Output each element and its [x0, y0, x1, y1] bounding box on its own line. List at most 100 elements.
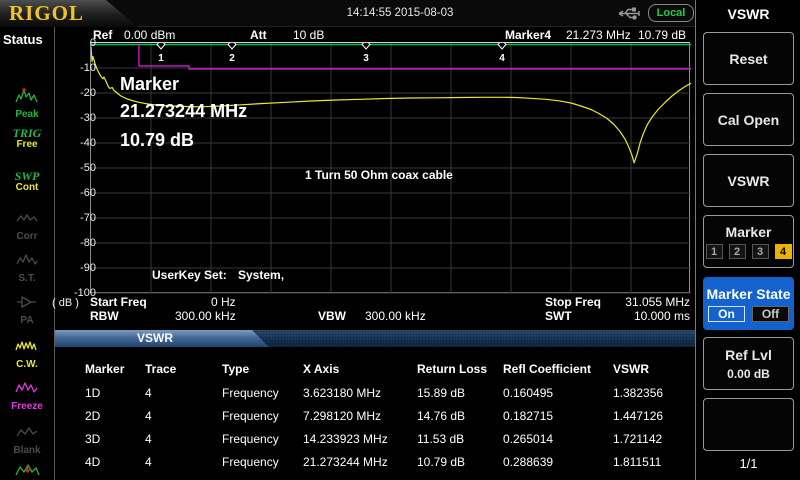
marker-state-toggle: On Off [708, 306, 789, 322]
datetime-display: 14:14:55 2015-08-03 [312, 7, 488, 19]
y-tick-0: 0 [52, 37, 96, 49]
userkey-value: System, [238, 268, 284, 282]
table-cell: 21.273244 MHz [303, 455, 417, 469]
table-cell: 11.53 dB [417, 432, 503, 446]
softkey-marker-state[interactable]: Marker State On Off [703, 277, 794, 330]
table-cell: Frequency [222, 386, 303, 400]
marker-diamond-4 [498, 43, 506, 49]
softkey-ref-lvl[interactable]: Ref Lvl0.00 dB [703, 337, 794, 390]
freeze-label: Freeze [0, 402, 54, 412]
status-item-swp: SWPCont [0, 170, 54, 193]
y-tick--70: -70 [52, 212, 96, 224]
corr-label: Corr [0, 232, 54, 242]
marker-select-4[interactable]: 4 [775, 244, 792, 259]
table-cell: 4 [145, 455, 222, 469]
marker-select-2[interactable]: 2 [729, 244, 746, 259]
table-cell: 14.76 dB [417, 409, 503, 423]
softkey-blank[interactable] [703, 398, 794, 451]
marker-state-label: Marker State [706, 286, 790, 302]
attenuation-value: 10 dB [293, 29, 324, 42]
user-annotation: 1 Turn 50 Ohm coax cable [305, 168, 453, 182]
swt-label: SWT [545, 310, 572, 322]
preamp-icon [14, 293, 41, 311]
status-item-cw: C.W. [0, 337, 54, 370]
table-cell: 1.721142 [613, 432, 695, 446]
softkey-cal-open[interactable]: Cal Open [703, 93, 794, 146]
marker-readout-freq: 21.273 MHz [566, 29, 631, 42]
sweep-time-waveform-icon [14, 251, 41, 269]
peak-label: Peak [0, 110, 54, 120]
top-bar: RIGOL 14:14:55 2015-08-03 Local [0, 0, 800, 27]
vbw-value: 300.00 kHz [365, 310, 426, 322]
marker-number-2: 2 [229, 53, 235, 64]
marker-select-3[interactable]: 3 [752, 244, 769, 259]
menu-page-indicator: 1/1 [696, 456, 800, 471]
y-tick--50: -50 [52, 162, 96, 174]
table-cell: 1.811511 [613, 455, 695, 469]
toggle-on[interactable]: On [708, 306, 745, 322]
table-cell: 1.447126 [613, 409, 695, 423]
table-cell: 14.233923 MHz [303, 432, 417, 446]
swt-value: 10.000 ms [600, 310, 690, 322]
y-tick--60: -60 [52, 187, 96, 199]
cal-reference-trace [139, 44, 691, 69]
blank-label: Blank [0, 446, 54, 456]
marker-readout-amp: 10.79 dB [638, 29, 686, 42]
table-header-cell: Return Loss [417, 362, 503, 376]
local-status-badge: Local [648, 4, 694, 22]
marker-select-1[interactable]: 1 [706, 244, 723, 259]
swp-label: Cont [0, 183, 54, 193]
table-title: VSWR [55, 331, 255, 345]
y-axis-unit: ( dB ) [52, 297, 92, 309]
marker-diamond-1 [157, 43, 165, 49]
rbw-value: 300.00 kHz [175, 310, 236, 322]
st-label: S.T. [0, 274, 54, 284]
softkey-vswr[interactable]: VSWR [703, 154, 794, 207]
table-cell: 10.79 dB [417, 455, 503, 469]
table-cell: 4 [145, 432, 222, 446]
stop-freq-label: Stop Freq [545, 296, 601, 308]
corr-waveform-icon [14, 209, 41, 227]
table-cell: 0.265014 [503, 432, 613, 446]
attenuation-label: Att [250, 29, 267, 42]
table-cell: 1D [85, 386, 145, 400]
table-header-cell: VSWR [613, 362, 695, 376]
table-cell: 4 [145, 409, 222, 423]
ref-lvl-value: 0.00 dB [727, 367, 770, 381]
status-item-corr: Corr [0, 209, 54, 242]
marker-label: Marker [726, 224, 772, 240]
brand-logo: RIGOL [0, 0, 138, 27]
table-header-row: MarkerTraceTypeX AxisReturn LossRefl Coe… [55, 357, 695, 381]
blank-waveform-icon [14, 423, 41, 441]
table-row-4: 4D4Frequency21.273244 MHz10.79 dB0.28863… [55, 450, 695, 473]
softkey-reset[interactable]: Reset [703, 32, 794, 85]
reset-label: Reset [729, 51, 767, 67]
y-tick--90: -90 [52, 262, 96, 274]
trig-label: Free [0, 140, 54, 150]
usb-icon [617, 6, 643, 26]
vbw-label: VBW [318, 310, 346, 322]
y-tick--40: -40 [52, 137, 96, 149]
status-item-st: S.T. [0, 251, 54, 284]
table-header-cell: Marker [85, 362, 145, 376]
status-item-peak: Peak [0, 87, 54, 120]
softkey-marker[interactable]: Marker1234 [703, 215, 794, 268]
y-tick--80: -80 [52, 237, 96, 249]
userkey-label: UserKey Set: [152, 268, 227, 282]
status-item-trig: TRIGFree [0, 127, 54, 150]
table-cell: 3D [85, 432, 145, 446]
pa-label: PA [0, 316, 54, 326]
y-tick--30: -30 [52, 112, 96, 124]
toggle-off[interactable]: Off [752, 306, 789, 322]
marker-diamond-2 [228, 43, 236, 49]
table-row-3: 3D4Frequency14.233923 MHz11.53 dB0.26501… [55, 427, 695, 450]
freeze-waveform-icon [14, 379, 41, 397]
peak-waveform-icon [14, 87, 41, 105]
table-header-cell: X Axis [303, 362, 417, 376]
marker-number-3: 3 [363, 53, 369, 64]
table-cell: 0.160495 [503, 386, 613, 400]
marker-overlay-amp: 10.79 dB [120, 130, 194, 151]
start-freq-value: 0 Hz [211, 296, 236, 308]
marker-table: MarkerTraceTypeX AxisReturn LossRefl Coe… [55, 357, 695, 473]
analyzer-screen: RIGOL 14:14:55 2015-08-03 Local Status P… [0, 0, 800, 480]
